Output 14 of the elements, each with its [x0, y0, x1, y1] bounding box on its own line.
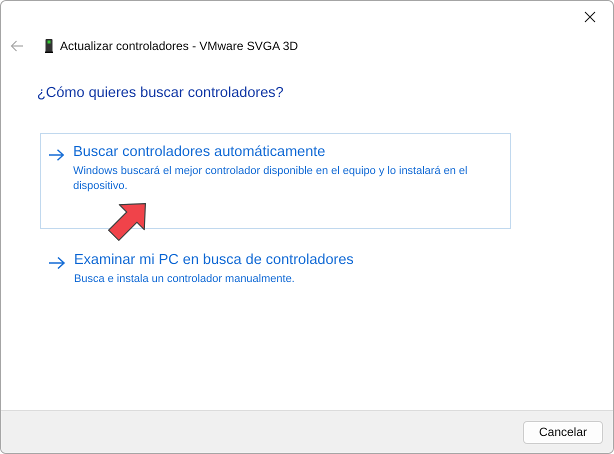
back-arrow-icon[interactable]	[10, 40, 24, 52]
option-link[interactable]: Examinar mi PC en busca de controladores Busca e instala un controlador manualmente.	[40, 241, 511, 337]
arrow-icon	[48, 256, 66, 270]
option-description: Windows buscará el mejor controlador disponible en el equipo y lo instalará en el dispositivo.	[73, 164, 468, 194]
option-link[interactable]: Buscar controladores automáticamente Windows buscará el mejor controlador disponible en el equipo y lo instalará en el dispositivo.	[40, 133, 511, 229]
option-title: Buscar controladores automáticamente	[73, 144, 326, 160]
arrow-icon	[48, 148, 66, 162]
cancel-button[interactable]: Cancelar	[523, 420, 603, 444]
device-icon	[45, 39, 53, 53]
window-title: Actualizar controladores - VMware SVGA 3D	[60, 39, 298, 53]
option-title: Examinar mi PC en busca de controladores	[74, 252, 354, 268]
dialog-heading: ¿Cómo quieres buscar controladores?	[37, 85, 285, 101]
option-description: Busca e instala un controlador manualmente.	[74, 272, 296, 287]
close-icon	[584, 11, 596, 23]
